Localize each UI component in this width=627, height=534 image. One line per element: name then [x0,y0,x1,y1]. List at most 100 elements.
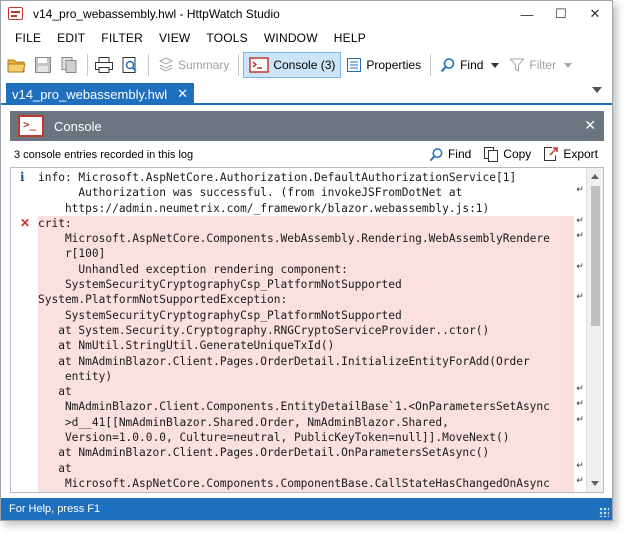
filter-button[interactable]: Filter [504,52,561,78]
minimize-button[interactable]: — [510,1,544,27]
line-wrap-icon: ↵ [576,185,584,196]
toolbar-separator [148,54,149,76]
resize-grip-icon[interactable] [599,507,609,517]
console-find-label: Find [447,147,472,161]
console-pane-icon: >_ [18,115,44,137]
line-wrap-icon [574,170,586,185]
funnel-icon [509,58,525,72]
line-wrap-icon: ↵ [576,460,584,471]
line-wrap-icon: ↵ [576,292,584,303]
scroll-down-arrow-icon[interactable] [591,481,599,486]
scroll-up-arrow-icon[interactable] [591,174,599,179]
print-preview-icon[interactable] [118,53,142,77]
line-wrap-icon [574,338,586,353]
export-icon [544,147,559,161]
menu-view[interactable]: VIEW [151,31,198,45]
properties-label: Properties [366,58,422,72]
toolbar-separator [430,54,432,76]
console-label: Console (3) [273,58,336,72]
line-wrap-icon: ↵ [576,231,584,242]
window-controls: — ☐ ✕ [510,1,612,27]
properties-button[interactable]: Properties [341,52,426,78]
line-wrap-icon [574,445,586,460]
menu-help[interactable]: HELP [326,31,374,45]
log-entry-text: info: Microsoft.AspNetCore.Authorization… [38,170,574,216]
save-icon[interactable] [31,53,55,77]
line-wrap-icon [574,430,586,445]
close-window-button[interactable]: ✕ [578,1,612,27]
log-entry-crit[interactable]: ✕ crit: Microsoft.AspNetCore.Components.W… [11,215,586,492]
toolbar-separator [238,54,240,76]
line-wrap-icon: ↵ [576,384,584,395]
document-tab-strip: v14_pro_webassembly.hwl ✕ [1,81,612,105]
console-log[interactable]: i info: Microsoft.AspNetCore.Authorizatio… [10,167,604,493]
app-window: v14_pro_webassembly.hwl - HttpWatch Stud… [0,0,613,521]
console-button[interactable]: Console (3) [243,52,342,78]
open-folder-icon[interactable] [5,53,29,77]
console-pane-title: Console [54,118,102,134]
line-wrap-markers: ↵ [574,170,586,216]
httpwatch-app-icon [7,5,25,23]
line-wrap-icon [574,201,586,216]
magnifier-icon [429,147,443,161]
tab-document[interactable]: v14_pro_webassembly.hwl ✕ [6,83,194,105]
maximize-button[interactable]: ☐ [544,1,578,27]
find-dropdown-chevron-icon[interactable] [488,53,502,77]
find-button[interactable]: Find [435,52,488,78]
status-bar: For Help, press F1 [1,498,612,520]
close-pane-icon[interactable]: ✕ [584,117,596,134]
line-wrap-icon [574,354,586,369]
entries-count-text: 3 console entries recorded in this log [14,149,194,161]
filter-label: Filter [529,58,557,72]
info-level-icon: i [20,170,25,184]
summary-label: Summary [178,58,230,72]
console-export-button[interactable]: Export [543,146,598,162]
console-export-label: Export [563,147,598,161]
line-wrap-icon: ↵ [576,215,584,226]
find-label: Find [460,58,484,72]
line-wrap-icon [574,369,586,384]
error-level-icon: ✕ [20,215,31,230]
line-wrap-icon [574,323,586,338]
log-entry-info[interactable]: i info: Microsoft.AspNetCore.Authorizatio… [11,170,586,216]
copy-document-icon[interactable] [57,53,81,77]
line-wrap-icon [574,246,586,261]
copy-icon [484,147,499,162]
magnifier-icon [440,58,455,73]
console-copy-label: Copy [503,147,532,161]
filter-dropdown-chevron-icon[interactable] [561,53,575,77]
tab-close-icon[interactable]: ✕ [177,86,188,102]
summary-icon [158,57,174,72]
summary-button[interactable]: Summary [153,52,234,78]
line-wrap-icon: ↵ [576,475,584,486]
print-icon[interactable] [92,53,116,77]
menu-bar: FILE EDIT FILTER VIEW TOOLS WINDOW HELP [1,27,612,49]
scroll-thumb[interactable] [591,186,600,326]
toolbar-separator [87,54,88,76]
console-info-row: 3 console entries recorded in this log F… [10,144,604,166]
line-wrap-icon: ↵ [576,414,584,425]
console-actions: Find Copy Export [417,146,598,162]
window-title: v14_pro_webassembly.hwl - HttpWatch Stud… [33,7,280,21]
console-icon [249,57,270,73]
line-wrap-icon [574,277,586,292]
console-find-button[interactable]: Find [429,147,471,162]
line-wrap-icon [574,491,586,492]
line-wrap-icon: ↵ [576,261,584,272]
line-wrap-markers: ↵ ↵ ↵ ↵ ↵ ↵ ↵ ↵ ↵ [574,215,586,492]
title-bar: v14_pro_webassembly.hwl - HttpWatch Stud… [1,1,612,27]
menu-filter[interactable]: FILTER [93,31,151,45]
tab-list-dropdown-icon[interactable] [592,87,602,93]
menu-tools[interactable]: TOOLS [198,31,255,45]
menu-file[interactable]: FILE [7,31,49,45]
console-copy-button[interactable]: Copy [483,146,531,162]
console-pane-header: >_ Console ✕ [10,111,604,141]
vertical-scrollbar[interactable] [586,168,603,492]
line-wrap-icon [574,308,586,323]
menu-edit[interactable]: EDIT [49,31,93,45]
properties-icon [347,58,362,72]
log-entry-text: crit: Microsoft.AspNetCore.Components.We… [38,215,574,492]
status-text: For Help, press F1 [9,503,101,515]
menu-window[interactable]: WINDOW [256,31,326,45]
tab-document-label: v14_pro_webassembly.hwl [12,86,168,102]
